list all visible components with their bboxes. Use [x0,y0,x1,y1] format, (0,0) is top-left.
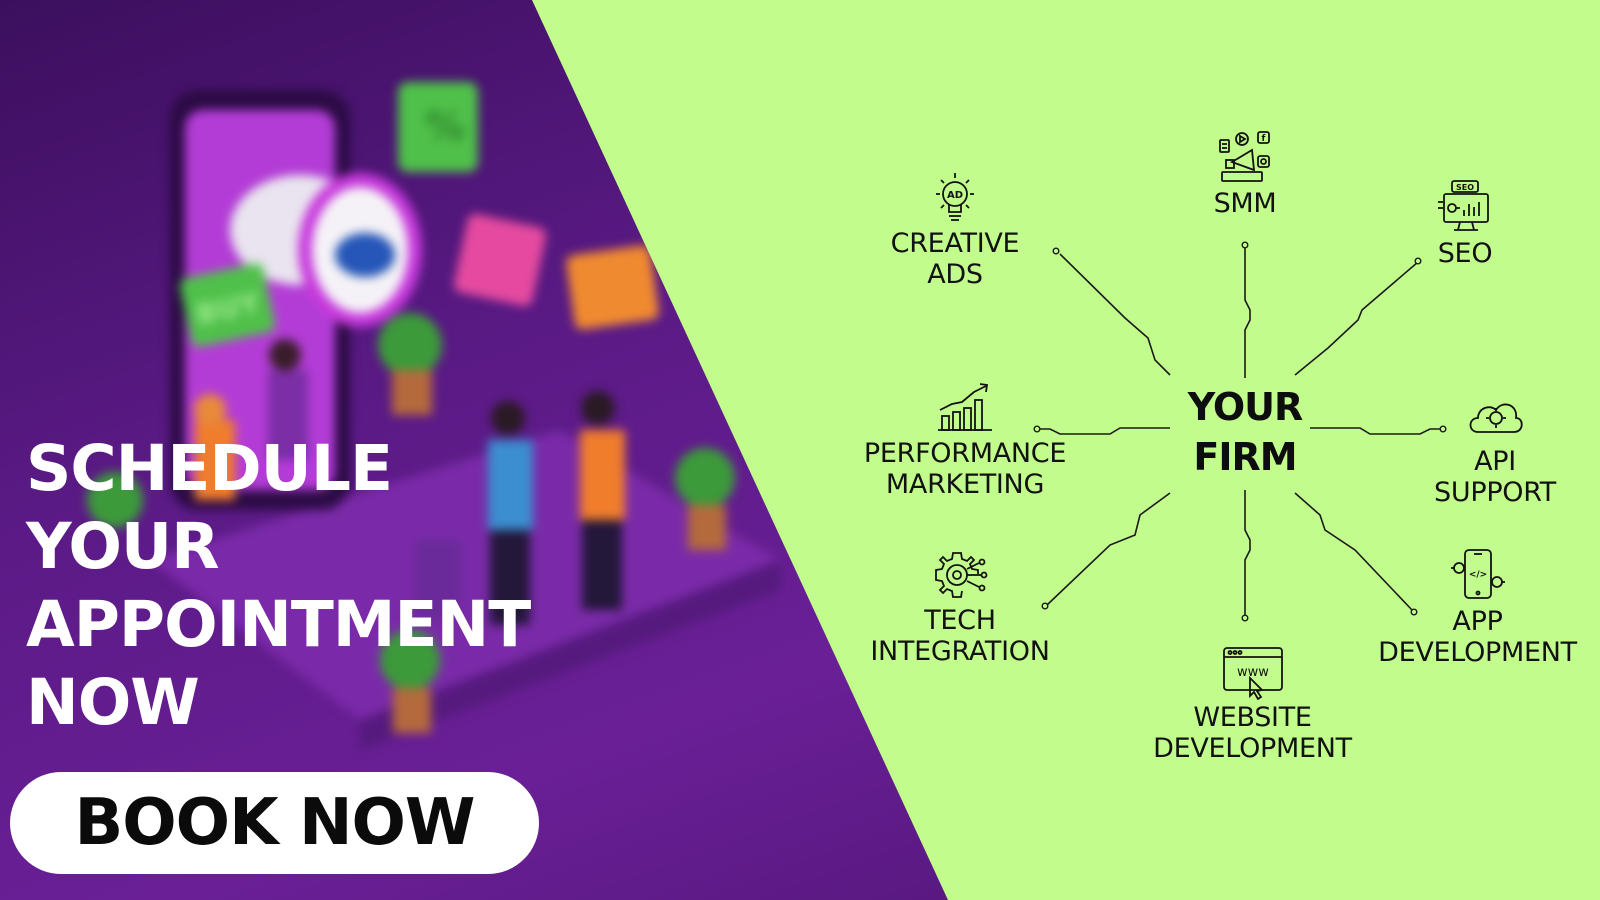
service-api-support: API SUPPORT [1405,388,1585,508]
service-label: APP DEVELOPMENT [1365,606,1590,668]
service-label: WEBSITE DEVELOPMENT [1140,702,1365,764]
gear-circuit-icon [929,547,991,603]
seo-monitor-icon: SEO [1434,180,1496,236]
service-label-line: ADS [927,259,983,290]
code-glyph: </> [1468,570,1486,580]
service-label: TECH INTEGRATION [850,605,1070,667]
megaphone-social-icon: f [1214,130,1276,186]
bar-chart-growth-icon [934,380,996,436]
service-seo: SEO SEO [1380,180,1550,269]
service-label-line: INTEGRATION [870,636,1050,667]
mobile-code-icon: </> [1447,548,1509,604]
center-title: YOUR FIRM [1140,382,1350,482]
service-label-line: TECH [924,605,996,636]
browser-www-icon: www [1222,644,1284,700]
service-label-line: CREATIVE [890,228,1020,259]
promo-banner: % BUY SCHEDULE YOUR APPOINTMENT NOW BOOK… [0,0,1600,900]
connector-lines [1033,241,1447,622]
service-label-line: PERFORMANCE [863,438,1067,469]
service-label: SEO [1380,238,1550,269]
service-label-line: MARKETING [885,469,1045,500]
service-performance-marketing: PERFORMANCE MARKETING [845,380,1085,500]
service-tech-integration: TECH INTEGRATION [850,547,1070,667]
service-label-line: DEVELOPMENT [1378,637,1577,668]
service-label-line: SUPPORT [1434,477,1556,508]
center-title-line: FIRM [1193,435,1297,479]
service-website-development: www WEBSITE DEVELOPMENT [1140,644,1365,764]
lightbulb-ad-icon: AD [924,170,986,226]
service-label: PERFORMANCE MARKETING [845,438,1085,500]
service-creative-ads: AD CREATIVE ADS [855,170,1055,290]
facebook-glyph: f [1262,134,1266,144]
service-label-line: WEBSITE [1193,702,1312,733]
service-smm: f SMM [1155,130,1335,219]
service-app-development: </> APP DEVELOPMENT [1365,548,1590,668]
service-label: API SUPPORT [1405,446,1585,508]
service-label-line: APP [1452,606,1503,637]
service-label: SMM [1155,188,1335,219]
service-label: CREATIVE ADS [855,228,1055,290]
service-label-line: SMM [1213,188,1277,219]
cloud-gear-icon [1464,388,1526,444]
seo-badge-text: SEO [1456,183,1474,192]
center-title-line: YOUR [1187,385,1304,429]
service-label-line: DEVELOPMENT [1153,733,1352,764]
services-diagram: YOUR FIRM AD CREATIVE ADS f SMM SEO SEO … [0,0,1600,900]
www-text: www [1237,665,1269,680]
service-label-line: SEO [1437,238,1493,269]
ad-badge-text: AD [947,190,963,201]
service-label-line: API [1474,446,1516,477]
